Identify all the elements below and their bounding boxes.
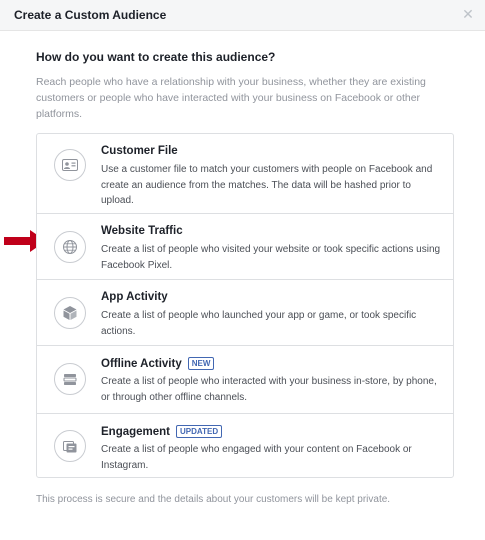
app-cube-icon: [54, 297, 86, 329]
option-description: Create a list of people who interacted w…: [101, 376, 437, 403]
offline-store-icon: [54, 363, 86, 395]
custom-audience-dialog: Create a Custom Audience ✕ How do you wa…: [0, 0, 485, 540]
option-description: Create a list of people who engaged with…: [101, 444, 412, 471]
option-title: Website Traffic: [101, 225, 183, 237]
updated-badge: UPDATED: [176, 425, 223, 438]
audience-options-list: Customer File Use a customer file to mat…: [36, 133, 454, 478]
option-title: Engagement UPDATED: [101, 425, 223, 438]
engagement-icon: [54, 430, 86, 462]
option-title-text: Engagement: [101, 426, 171, 438]
new-badge: NEW: [187, 357, 215, 370]
option-title-text: Offline Activity: [101, 358, 182, 370]
option-app-activity[interactable]: App Activity Create a list of people who…: [37, 280, 453, 346]
intro-text: Reach people who have a relationship wit…: [36, 76, 426, 120]
option-customer-file[interactable]: Customer File Use a customer file to mat…: [37, 134, 453, 214]
option-offline-activity[interactable]: Offline Activity NEW Create a list of peo…: [37, 346, 453, 414]
option-title: Offline Activity NEW: [101, 357, 215, 370]
section-heading: How do you want to create this audience?: [36, 50, 276, 64]
privacy-note: This process is secure and the details a…: [36, 494, 391, 505]
option-title: Customer File: [101, 145, 178, 157]
contact-card-icon: [54, 149, 86, 181]
option-description: Create a list of people who launched you…: [101, 310, 417, 337]
close-icon[interactable]: ✕: [461, 7, 475, 21]
option-description: Create a list of people who visited your…: [101, 244, 441, 271]
option-title: App Activity: [101, 291, 168, 303]
dialog-header: Create a Custom Audience ✕: [0, 0, 485, 31]
option-description: Use a customer file to match your custom…: [101, 164, 433, 206]
option-engagement[interactable]: Engagement UPDATED Create a list of peopl…: [37, 414, 453, 477]
dialog-title: Create a Custom Audience: [14, 8, 167, 22]
option-website-traffic[interactable]: Website Traffic Create a list of people …: [37, 214, 453, 280]
globe-icon: [54, 231, 86, 263]
